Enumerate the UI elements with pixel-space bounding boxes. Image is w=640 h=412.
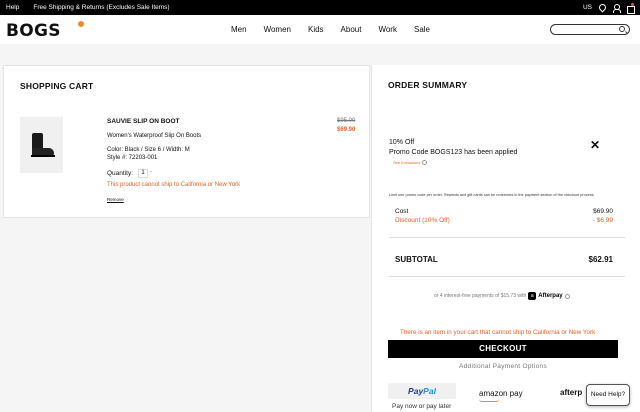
afterpay-button[interactable]: afterp: [560, 388, 582, 397]
promo-fineprint: Limit one promo code per order. Rewards …: [389, 193, 595, 197]
shopping-cart-panel: SHOPPING CART SAUVIE SLIP ON BOOT Women'…: [3, 65, 370, 218]
additional-payment-heading: Additional Payment Options: [458, 363, 547, 370]
cart-title: SHOPPING CART: [20, 81, 94, 91]
boot-image: [29, 133, 55, 157]
search-input[interactable]: [550, 24, 630, 35]
nav-women[interactable]: Women: [264, 25, 291, 34]
afterpay-name: Afterpay: [538, 293, 563, 299]
subtotal-row: SUBTOTAL $62.91: [395, 255, 613, 264]
cart-shipping-warning: There is an item in your cart that canno…: [400, 329, 596, 336]
product-style-number: Style #: 72203-001: [107, 155, 158, 161]
nav-sale[interactable]: Sale: [414, 25, 430, 34]
product-attributes: Color: Black / Size 6 / Width: M: [107, 147, 190, 153]
divider: [389, 276, 625, 277]
subtotal-value: $62.91: [588, 255, 613, 264]
afterpay-badge-icon: a: [528, 292, 537, 300]
promo-banner[interactable]: Free Shipping & Returns (Excludes Sale I…: [33, 4, 169, 11]
cart-bag-icon[interactable]: [626, 2, 635, 14]
main-nav: Men Women Kids About Work Sale: [231, 25, 430, 34]
see-exclusions-link[interactable]: See Exclusions: [393, 160, 428, 166]
subtotal-label: SUBTOTAL: [395, 255, 438, 264]
logo-mark: [78, 21, 84, 27]
cost-value: $69.90: [593, 208, 613, 215]
paypal-note: Pay now or pay later: [392, 403, 452, 410]
remove-promo-close-icon[interactable]: ✕: [590, 138, 600, 152]
topbar-right: US: [583, 2, 635, 14]
shipping-restriction-warning: This product cannot ship to California o…: [107, 182, 241, 188]
paypal-button[interactable]: PayPal: [388, 383, 456, 399]
quantity-label: Quantity:: [107, 170, 134, 177]
account-icon[interactable]: [612, 3, 621, 13]
promo-applied-message: Promo Code BOGS123 has been applied: [389, 149, 518, 156]
paypal-logo-pay: Pay: [408, 386, 424, 396]
afterpay-installments: or 4 interest-free payments of $15.73 wi…: [434, 292, 570, 300]
promo-percent: 10% Off: [389, 139, 415, 146]
help-link[interactable]: Help: [6, 4, 19, 11]
product-name[interactable]: SAUVIE SLIP ON BOOT: [107, 118, 179, 125]
paypal-logo-pal: Pal: [423, 386, 436, 396]
order-summary-title: ORDER SUMMARY: [388, 80, 468, 90]
top-bar: Help Free Shipping & Returns (Excludes S…: [0, 0, 640, 15]
exclusions-label[interactable]: See Exclusions: [393, 160, 420, 165]
main-header: BOGS Men Women Kids About Work Sale: [0, 15, 640, 44]
discount-value: - $6.99: [592, 217, 613, 224]
quantity-decrement-button[interactable]: -: [150, 169, 152, 175]
afterpay-text: or 4 interest-free payments of $15.73 wi…: [434, 293, 527, 299]
checkout-button[interactable]: CHECKOUT: [388, 340, 618, 358]
need-help-button[interactable]: Need Help?: [586, 384, 630, 406]
amazon-smile-icon: [479, 399, 499, 402]
order-summary-panel: ORDER SUMMARY 10% Off Promo Code BOGS123…: [371, 65, 640, 412]
search-icon[interactable]: [619, 26, 625, 32]
cost-label: Cost: [395, 208, 409, 215]
bogs-logo[interactable]: BOGS: [6, 21, 61, 41]
remove-item-link[interactable]: Remove: [107, 197, 124, 202]
nav-kids[interactable]: Kids: [308, 25, 324, 34]
amazon-pay-button[interactable]: amazon pay: [479, 389, 523, 398]
nav-work[interactable]: Work: [378, 25, 397, 34]
nav-men[interactable]: Men: [231, 25, 247, 34]
sale-price: $69.90: [337, 127, 356, 133]
discount-row: Discount (10% Off) - $6.99: [395, 217, 613, 224]
store-locator-icon[interactable]: [598, 4, 606, 12]
original-price: $95.00: [337, 118, 356, 124]
country-selector[interactable]: US: [583, 4, 592, 11]
product-description: Women's Waterproof Slip On Boots: [107, 133, 202, 139]
nav-about[interactable]: About: [341, 25, 362, 34]
info-icon[interactable]: [564, 293, 570, 299]
quantity-input[interactable]: 1: [138, 169, 148, 178]
cost-row: Cost $69.90: [395, 208, 613, 215]
divider: [389, 237, 625, 238]
product-thumbnail[interactable]: [20, 117, 63, 173]
info-icon[interactable]: [422, 160, 428, 166]
discount-label: Discount (10% Off): [395, 217, 450, 224]
